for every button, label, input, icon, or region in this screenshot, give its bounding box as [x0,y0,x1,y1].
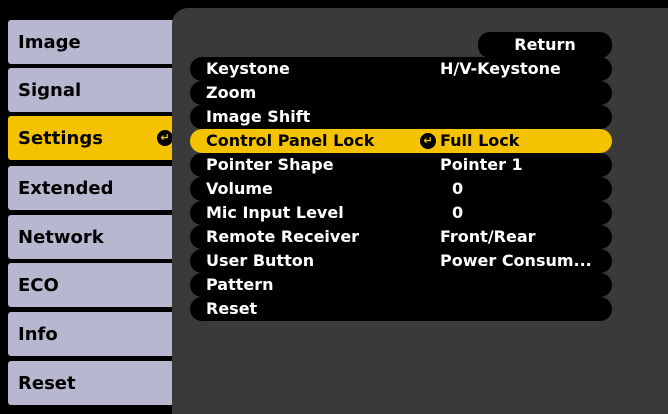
sidebar-item-label: Signal [18,79,82,101]
sidebar-item-label: ECO [18,274,59,296]
menu-row-label: Zoom [206,83,257,102]
menu-row-label: Remote Receiver [206,227,360,246]
sidebar-item-label: Reset [18,372,76,394]
menu-row-label: Pattern [206,275,274,294]
menu-row-label: Keystone [206,59,290,78]
menu-row-user-button[interactable]: User Button Power Consum... [190,249,612,273]
sidebar-item-label: Extended [18,177,114,199]
menu-row-label: Pointer Shape [206,155,334,174]
menu-row-label: Control Panel Lock [206,131,375,150]
menu-row-volume[interactable]: Volume 0 [190,177,612,201]
enter-icon: ↵ [157,130,173,146]
menu-row-keystone[interactable]: Keystone H/V-Keystone [190,57,612,81]
menu-row-label: User Button [206,251,315,270]
menu-row-value: Pointer 1 [440,155,523,174]
sidebar-item-info[interactable]: Info [8,312,183,356]
menu-row-mic-input-level[interactable]: Mic Input Level 0 [190,201,612,225]
sidebar-item-extended[interactable]: Extended [8,166,183,210]
menu-row-remote-receiver[interactable]: Remote Receiver Front/Rear [190,225,612,249]
sidebar-item-image[interactable]: Image [8,20,183,64]
sidebar-item-label: Info [18,323,58,345]
menu-row-label: Reset [206,299,258,318]
sidebar-item-label: Image [18,31,81,53]
menu-row-value: Full Lock [440,131,520,150]
return-button[interactable]: Return [478,32,612,58]
menu-row-zoom[interactable]: Zoom [190,81,612,105]
menu-row-label: Mic Input Level [206,203,344,222]
menu-row-value: Power Consum... [440,251,592,270]
sidebar-item-signal[interactable]: Signal [8,68,183,112]
menu-row-value: Front/Rear [440,227,536,246]
sidebar: Image Signal Settings ↵ Extended Network… [0,0,185,414]
sidebar-item-settings[interactable]: Settings ↵ [8,116,183,160]
menu-row-value: 0 [452,179,464,198]
enter-icon: ↵ [420,133,436,149]
menu-row-control-panel-lock[interactable]: Control Panel Lock ↵ Full Lock [190,129,612,153]
sidebar-item-network[interactable]: Network [8,215,183,259]
sidebar-item-reset[interactable]: Reset [8,361,183,405]
sidebar-item-label: Settings [18,127,103,149]
sidebar-item-label: Network [18,226,104,248]
menu-row-reset[interactable]: Reset [190,297,612,321]
menu-row-value: 0 [452,203,464,222]
menu-row-pattern[interactable]: Pattern [190,273,612,297]
menu-row-value: H/V-Keystone [440,59,561,78]
menu-row-label: Image Shift [206,107,311,126]
menu-row-pointer-shape[interactable]: Pointer Shape Pointer 1 [190,153,612,177]
sidebar-item-eco[interactable]: ECO [8,263,183,307]
menu-row-image-shift[interactable]: Image Shift [190,105,612,129]
menu-row-label: Volume [206,179,273,198]
